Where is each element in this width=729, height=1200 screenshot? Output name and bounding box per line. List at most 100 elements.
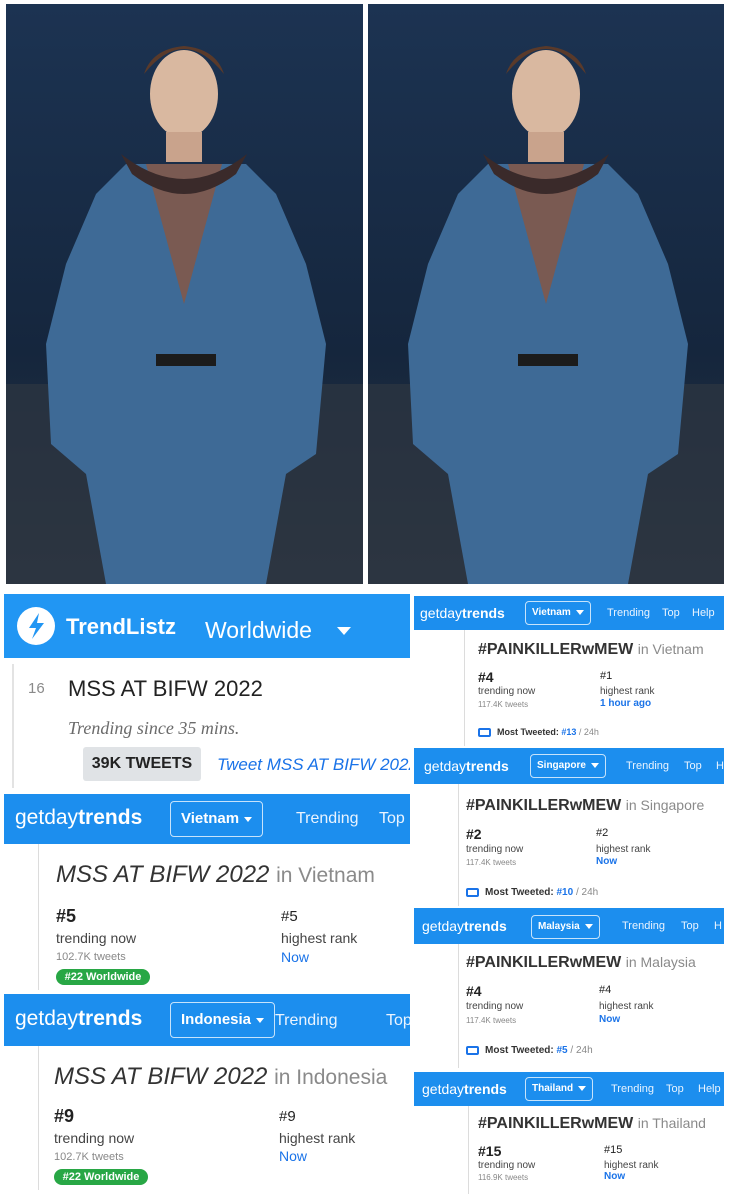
current-rank: #2 [466, 826, 482, 842]
nav-help[interactable]: Help [698, 1083, 721, 1095]
nav-top[interactable]: Top [386, 1012, 410, 1030]
chat-bubble-icon [466, 887, 479, 897]
trendlistz-header: TrendListz Worldwide [4, 594, 410, 658]
gdt-navbar: getdaytrends Vietnam Trending Top Help [414, 596, 724, 630]
country-select[interactable]: Thailand [525, 1077, 594, 1101]
tweet-count: 117.4K tweets [466, 1016, 517, 1025]
gdt-brand[interactable]: getdaytrends [15, 1007, 142, 1031]
nav-help[interactable]: H [714, 920, 722, 932]
nav-top[interactable]: Top [684, 760, 702, 772]
trend-title[interactable]: #PAINKILLERwMEW in Malaysia [466, 954, 696, 972]
trend-title[interactable]: #PAINKILLERwMEW in Singapore [466, 797, 704, 815]
trending-now-label: trending now [466, 844, 524, 855]
country-select[interactable]: Malaysia [531, 915, 600, 939]
trending-now-label: trending now [54, 1130, 135, 1146]
trendlistz-panel: TrendListz Worldwide 16 MSS AT BIFW 2022… [4, 594, 410, 788]
highest-rank-label: highest rank [596, 844, 651, 855]
highest-rank-label: highest rank [599, 1001, 654, 1012]
nav-top[interactable]: Top [662, 607, 680, 619]
trending-now-label: trending now [56, 930, 137, 946]
region-selector[interactable]: Worldwide [205, 617, 312, 644]
worldwide-badge[interactable]: #22 Worldwide [54, 1169, 148, 1185]
highest-rank-time: Now [279, 1148, 308, 1164]
gdt-navbar: getdaytrends Singapore Trending Top H [414, 748, 724, 784]
current-rank: #5 [56, 906, 77, 926]
worldwide-badge[interactable]: #22 Worldwide [56, 969, 150, 985]
highest-rank-label: highest rank [604, 1160, 659, 1171]
gdt-singapore-painkiller: getdaytrends Singapore Trending Top H #P… [414, 748, 724, 906]
gdt-brand[interactable]: getdaytrends [420, 605, 505, 621]
nav-trending[interactable]: Trending [626, 760, 669, 772]
nav-trending[interactable]: Trending [622, 920, 665, 932]
trend-name[interactable]: MSS AT BIFW 2022 [68, 676, 263, 702]
chevron-down-icon [244, 816, 253, 822]
highest-rank-value: #2 [596, 827, 609, 839]
nav-trending[interactable]: Trending [296, 810, 359, 828]
tweet-count-badge: 39K TWEETS [83, 747, 201, 781]
most-tweeted[interactable]: Most Tweeted: #13 / 24h [478, 727, 599, 738]
trending-since: Trending since 35 mins. [68, 718, 240, 738]
gdt-navbar: getdaytrends Vietnam Trending Top [4, 794, 410, 844]
card-border [458, 944, 459, 1068]
trend-title[interactable]: #PAINKILLERwMEW in Vietnam [478, 641, 704, 659]
gdt-brand[interactable]: getdaytrends [422, 918, 507, 934]
trend-title[interactable]: MSS AT BIFW 2022 in Indonesia [54, 1063, 387, 1091]
most-tweeted[interactable]: Most Tweeted: #5 / 24h [466, 1045, 593, 1056]
nav-trending[interactable]: Trending [611, 1083, 654, 1095]
trending-now-label: trending now [466, 1001, 524, 1012]
trendlistz-brand[interactable]: TrendListz [66, 614, 176, 640]
tweet-count: 102.7K tweets [56, 951, 126, 963]
gdt-vietnam-painkiller: getdaytrends Vietnam Trending Top Help #… [414, 596, 724, 746]
trend-card: 16 MSS AT BIFW 2022 Trending since 35 mi… [12, 664, 410, 788]
highest-rank-time: Now [604, 1171, 626, 1182]
tweet-count: 116.9K tweets [478, 1173, 529, 1182]
trending-now-label: trending now [478, 686, 536, 697]
gdt-thailand-painkiller: getdaytrends Thailand Trending Top Help … [414, 1072, 724, 1194]
highest-rank-time: Now [281, 949, 310, 965]
nav-trending[interactable]: Trending [607, 607, 650, 619]
chat-bubble-icon [478, 728, 491, 738]
gdt-navbar: getdaytrends Thailand Trending Top Help [414, 1072, 724, 1106]
highest-rank-label: highest rank [279, 1130, 356, 1146]
chevron-down-icon [578, 1085, 587, 1091]
current-rank: #9 [54, 1106, 75, 1126]
chevron-down-icon [590, 762, 599, 768]
tweet-link[interactable]: Tweet MSS AT BIFW 2022 [217, 755, 410, 775]
gdt-vietnam-mss: getdaytrends Vietnam Trending Top MSS AT… [4, 794, 410, 990]
chevron-down-icon[interactable] [337, 627, 351, 635]
tweet-count: 117.4K tweets [466, 858, 517, 867]
current-rank: #4 [478, 669, 494, 685]
country-select[interactable]: Vietnam [170, 801, 264, 837]
runway-photo-right [368, 4, 724, 584]
nav-top[interactable]: Top [666, 1083, 684, 1095]
trend-title[interactable]: MSS AT BIFW 2022 in Vietnam [56, 861, 375, 889]
gdt-navbar: getdaytrends Indonesia Trending Top [4, 994, 410, 1046]
country-select[interactable]: Indonesia [170, 1002, 276, 1038]
gdt-navbar: getdaytrends Malaysia Trending Top H [414, 908, 724, 944]
country-select[interactable]: Vietnam [525, 601, 591, 625]
gdt-brand[interactable]: getdaytrends [422, 1081, 507, 1097]
nav-top[interactable]: Top [379, 810, 405, 828]
highest-rank-value: #1 [600, 670, 613, 682]
gdt-indonesia-mss: getdaytrends Indonesia Trending Top MSS … [4, 994, 410, 1190]
chat-bubble-icon [466, 1045, 479, 1055]
current-rank: #4 [466, 983, 482, 999]
nav-help[interactable]: H [716, 760, 724, 772]
country-select[interactable]: Singapore [530, 754, 606, 778]
highest-rank-time: Now [599, 1014, 621, 1025]
highest-rank-label: highest rank [600, 686, 655, 697]
most-tweeted[interactable]: Most Tweeted: #10 / 24h [466, 887, 598, 898]
trending-now-label: trending now [478, 1160, 536, 1171]
nav-trending[interactable]: Trending [275, 1012, 338, 1030]
card-border [468, 1106, 469, 1194]
nav-help[interactable]: Help [692, 607, 715, 619]
chevron-down-icon [256, 1017, 265, 1023]
nav-top[interactable]: Top [681, 920, 699, 932]
card-border [464, 630, 465, 746]
chevron-down-icon [584, 923, 593, 929]
lightning-logo-icon[interactable] [17, 607, 55, 645]
highest-rank-time: Now [596, 856, 618, 867]
gdt-brand[interactable]: getdaytrends [424, 758, 509, 774]
gdt-brand[interactable]: getdaytrends [15, 806, 142, 830]
trend-title[interactable]: #PAINKILLERwMEW in Thailand [478, 1115, 706, 1133]
